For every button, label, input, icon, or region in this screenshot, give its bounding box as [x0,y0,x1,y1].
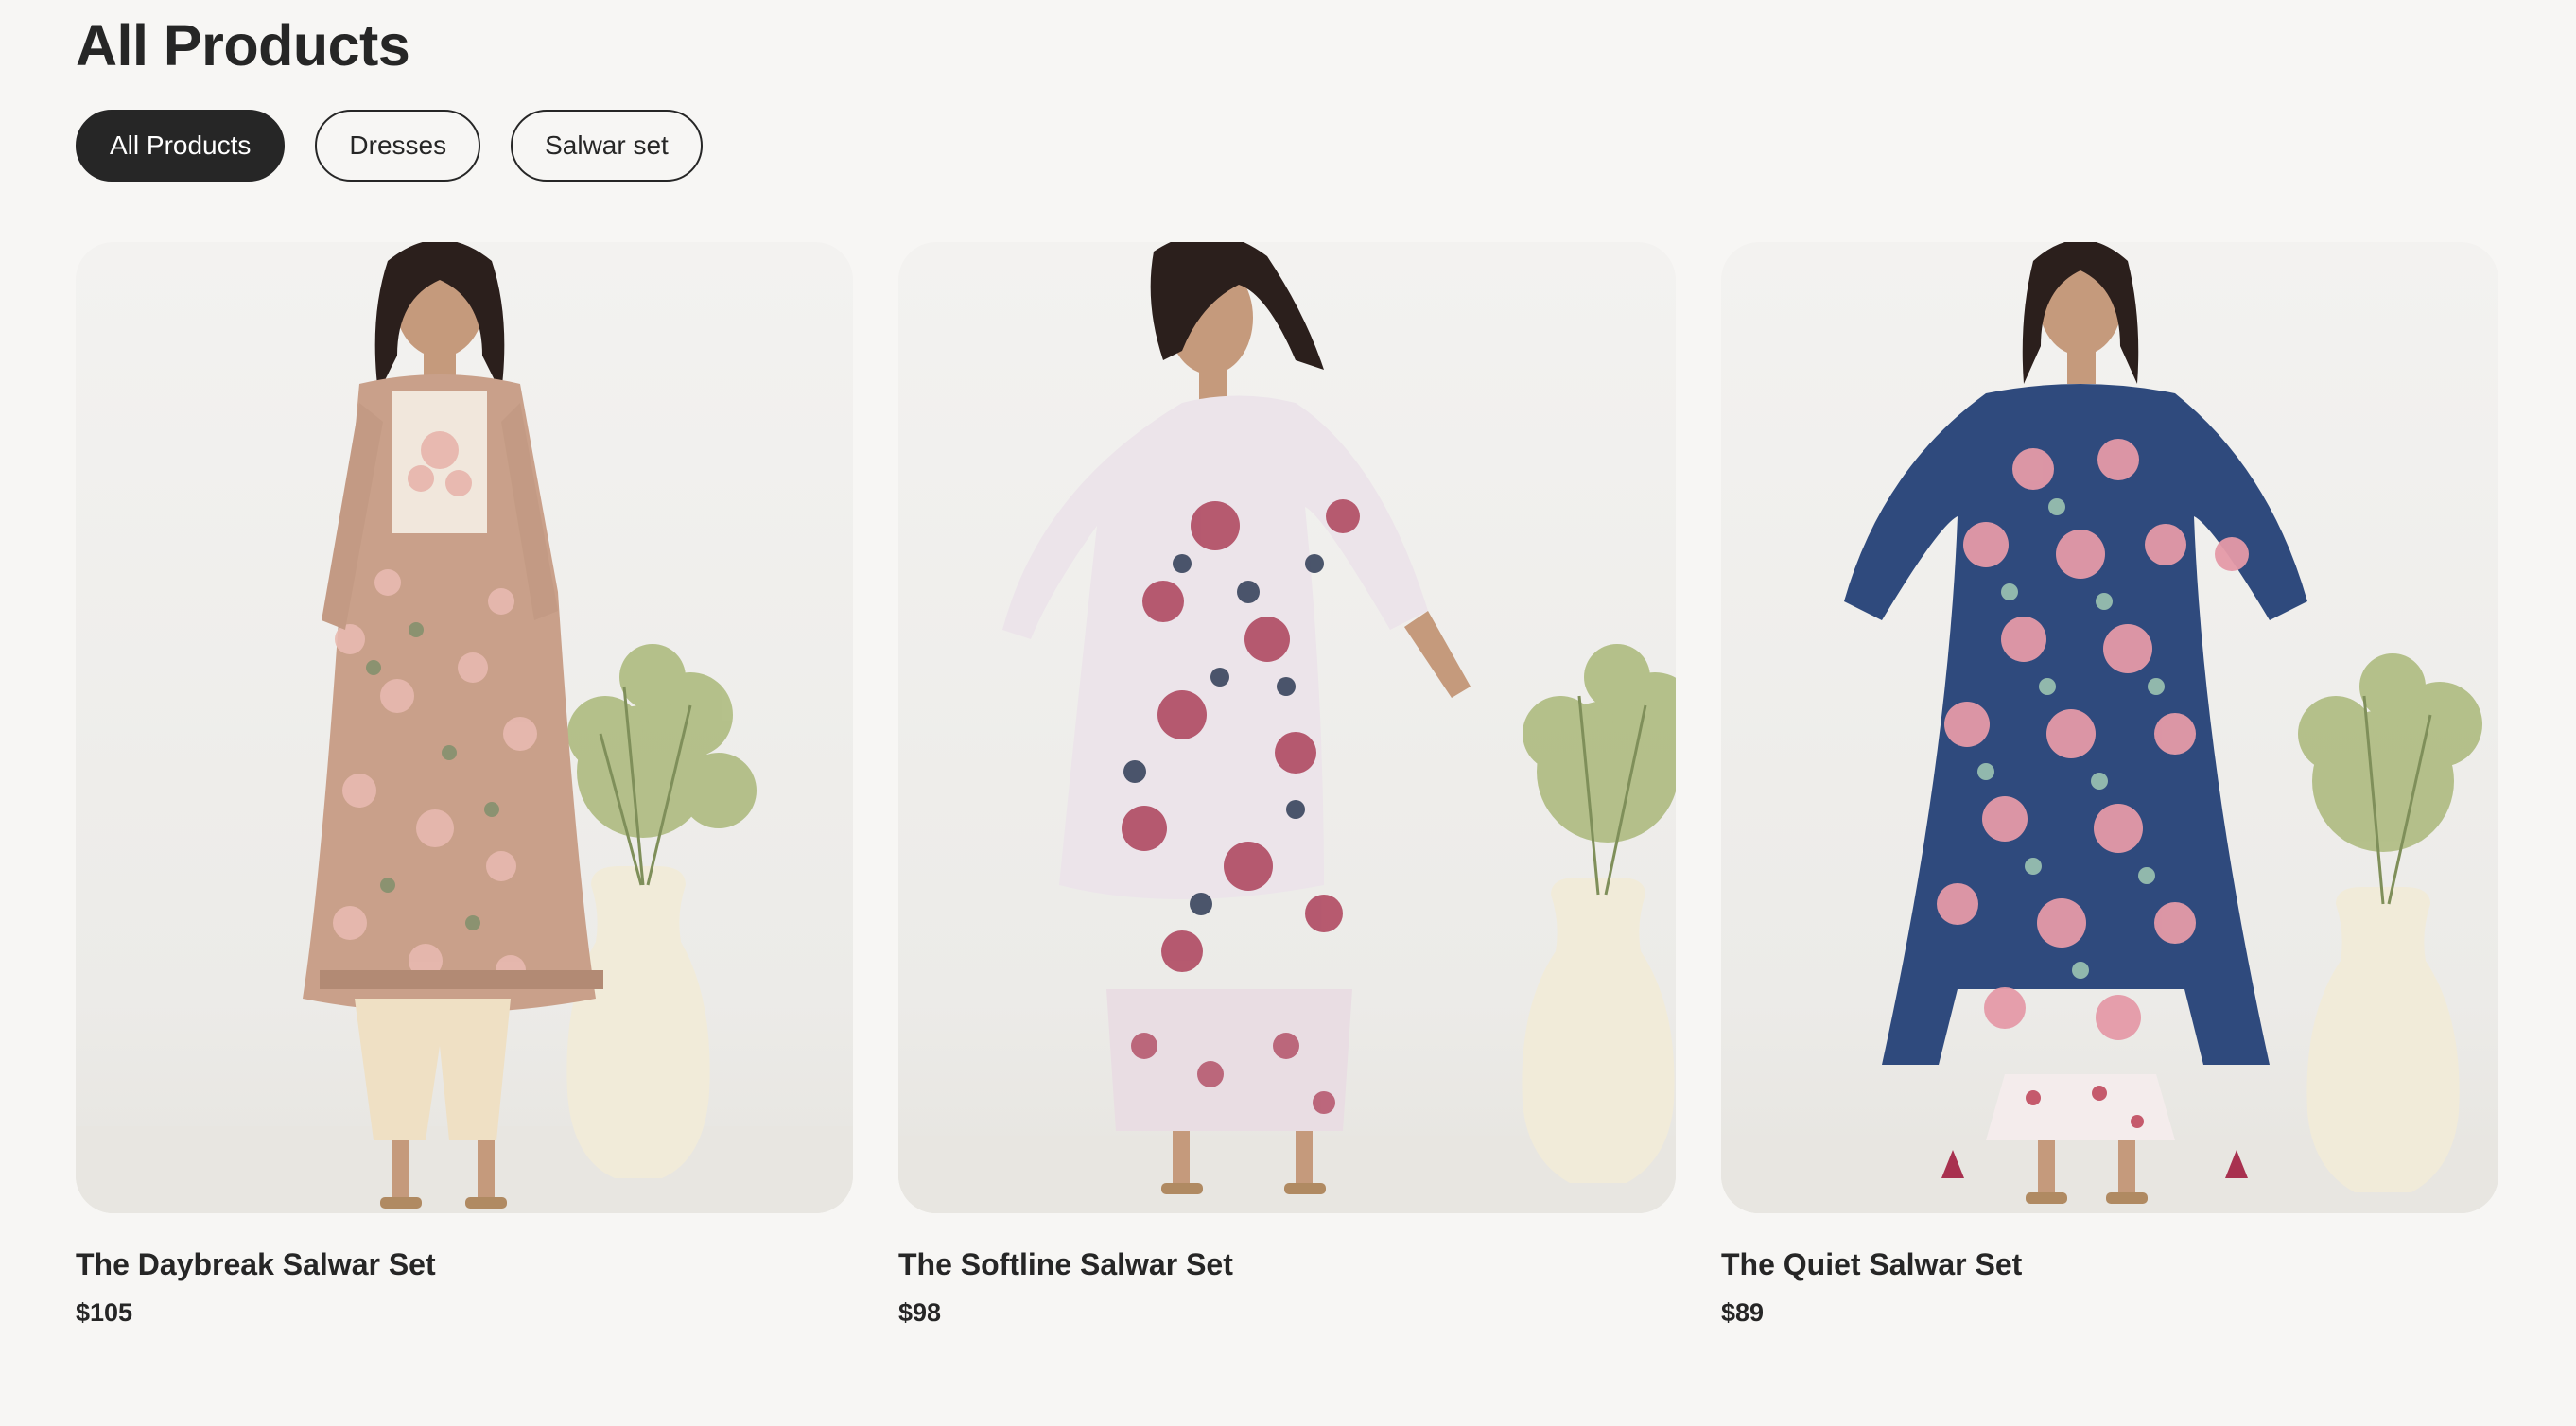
filter-salwar-set-button[interactable]: Salwar set [511,110,703,182]
category-filter-bar: All Products Dresses Salwar set [76,110,703,182]
product-grid: The Daybreak Salwar Set $105 The Softlin… [76,242,2498,1329]
page-title: All Products [76,13,410,78]
product-card[interactable]: The Daybreak Salwar Set $105 [76,242,853,1329]
product-photo-daybreak [76,242,853,1213]
product-price: $89 [1721,1298,1765,1327]
filter-all-products-button[interactable]: All Products [76,110,286,182]
product-name[interactable]: The Daybreak Salwar Set [76,1245,853,1283]
product-card[interactable]: The Softline Salwar Set $98 [898,242,1676,1329]
product-image[interactable] [1721,242,2498,1213]
product-name[interactable]: The Softline Salwar Set [898,1245,1676,1283]
product-photo-quiet [1721,242,2498,1213]
filter-dresses-button[interactable]: Dresses [315,110,481,182]
product-image[interactable] [898,242,1676,1213]
product-card[interactable]: The Quiet Salwar Set $89 [1721,242,2498,1329]
product-name[interactable]: The Quiet Salwar Set [1721,1245,2498,1283]
product-photo-softline [898,242,1676,1213]
product-image[interactable] [76,242,853,1213]
product-price: $98 [898,1298,942,1327]
product-price: $105 [76,1298,133,1327]
